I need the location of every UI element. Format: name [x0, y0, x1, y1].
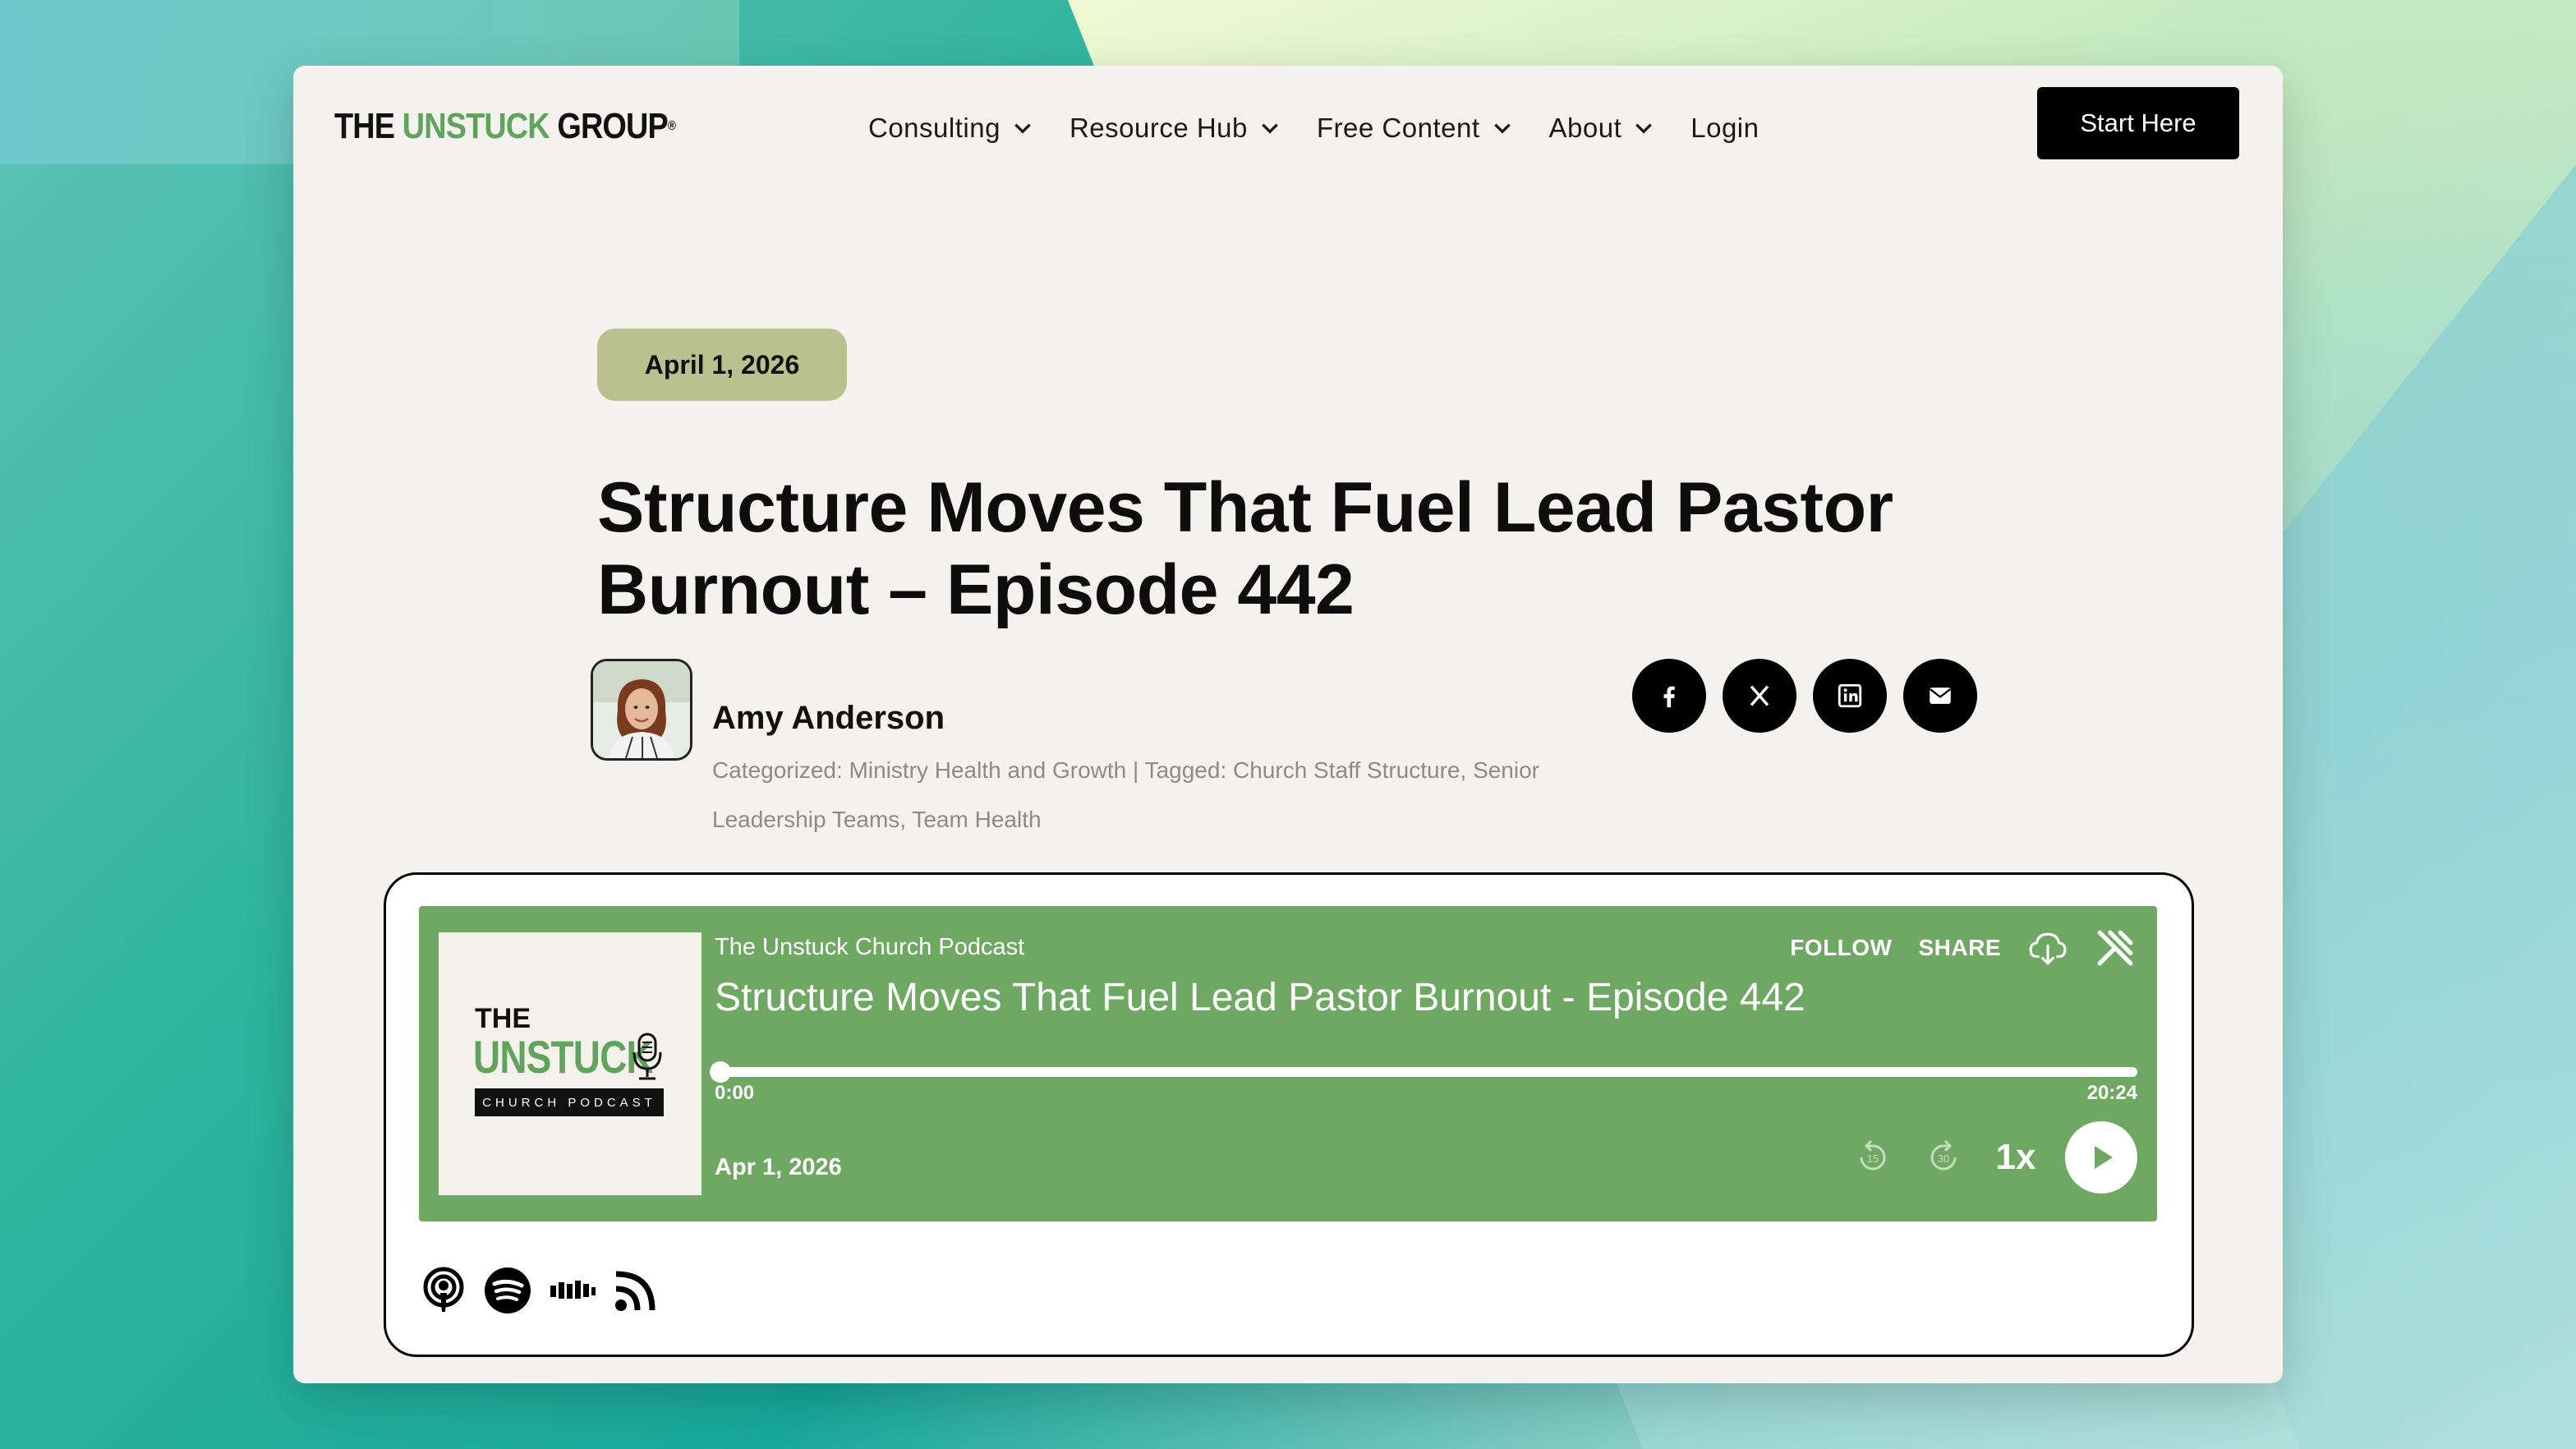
- tag-link[interactable]: Team Health: [912, 807, 1041, 832]
- castbox-icon[interactable]: [547, 1266, 596, 1315]
- nav-label: Resource Hub: [1069, 113, 1248, 143]
- meta-separator: |: [1133, 757, 1139, 783]
- chevron-down-icon: [1493, 123, 1511, 134]
- buzzsprout-logo-icon[interactable]: [2095, 927, 2136, 968]
- nav-label: About: [1548, 113, 1622, 143]
- cover-unstuck: UNSTUCK: [473, 1031, 654, 1083]
- main-nav: Consulting Resource Hub Free Content Abo…: [868, 104, 1796, 153]
- episode-title: Structure Moves That Fuel Lead Pastor Bu…: [715, 976, 1806, 1019]
- nav-label: Free Content: [1316, 113, 1480, 143]
- avatar-image: [593, 661, 690, 758]
- play-button[interactable]: [2065, 1121, 2137, 1194]
- share-x-button[interactable]: [1723, 659, 1796, 733]
- podcast-player: THE UNSTUCK CHURCH PODCAST The Unstuck C…: [419, 906, 2157, 1221]
- categorized-label: Categorized:: [712, 757, 843, 783]
- nav-item-free-content[interactable]: Free Content: [1317, 113, 1513, 144]
- facebook-icon: [1663, 686, 1675, 708]
- rss-icon[interactable]: [611, 1266, 660, 1315]
- author-name[interactable]: Amy Anderson: [712, 700, 945, 737]
- chevron-down-icon: [1014, 123, 1031, 134]
- author-avatar[interactable]: [591, 659, 692, 761]
- podcast-name[interactable]: The Unstuck Church Podcast: [715, 934, 1024, 961]
- share-facebook-button[interactable]: [1632, 659, 1706, 733]
- chevron-down-icon: [1262, 123, 1278, 134]
- email-icon: [1930, 688, 1951, 704]
- nav-item-resource-hub[interactable]: Resource Hub: [1070, 113, 1281, 144]
- skip-forward-icon[interactable]: 30: [1920, 1134, 1966, 1180]
- post-date-badge: April 1, 2026: [597, 329, 847, 401]
- x-twitter-icon: [1750, 685, 1769, 706]
- nav-item-about[interactable]: About: [1549, 113, 1655, 144]
- podcast-embed: THE UNSTUCK CHURCH PODCAST The Unstuck C…: [384, 872, 2194, 1357]
- progress-handle[interactable]: [710, 1061, 731, 1083]
- browser-page: THE UNSTUCK GROUP® Consulting Resource H…: [293, 66, 2283, 1383]
- current-time: 0:00: [715, 1082, 755, 1104]
- start-here-button[interactable]: Start Here: [2037, 87, 2239, 159]
- cover-the: THE: [475, 1003, 531, 1034]
- tagged-label: Tagged:: [1144, 757, 1227, 783]
- nav-label: Login: [1690, 113, 1760, 143]
- skip-back-icon[interactable]: 15: [1850, 1134, 1896, 1180]
- player-top-actions: FOLLOW SHARE: [1790, 927, 2136, 968]
- share-linkedin-button[interactable]: [1813, 659, 1887, 733]
- microphone-icon: [632, 1033, 662, 1080]
- post-meta: Categorized: Ministry Health and Growth …: [712, 757, 1539, 832]
- play-icon: [2095, 1146, 2113, 1169]
- svg-text:30: 30: [1938, 1152, 1949, 1165]
- spotify-icon[interactable]: [483, 1266, 532, 1315]
- page-title: Structure Moves That Fuel Lead Pastor Bu…: [597, 468, 1893, 629]
- episode-date: Apr 1, 2026: [715, 1154, 842, 1180]
- share-email-button[interactable]: [1903, 659, 1977, 733]
- nav-item-consulting[interactable]: Consulting: [868, 113, 1033, 144]
- svg-text:15: 15: [1867, 1152, 1879, 1165]
- playback-controls: 15 30 1x: [1850, 1121, 2137, 1194]
- nav-label: Consulting: [868, 113, 1000, 143]
- linkedin-icon: [1838, 683, 1862, 708]
- tag-link[interactable]: Church Staff Structure: [1233, 757, 1460, 783]
- chevron-down-icon: [1635, 123, 1653, 134]
- cover-subtitle: CHURCH PODCAST: [475, 1088, 664, 1116]
- progress-bar[interactable]: [710, 1061, 2137, 1083]
- site-logo[interactable]: THE UNSTUCK GROUP®: [334, 102, 676, 151]
- total-duration: 20:24: [2086, 1082, 2137, 1104]
- podcast-cover-art: THE UNSTUCK CHURCH PODCAST: [439, 932, 702, 1195]
- podcast-platform-links: [419, 1266, 660, 1315]
- nav-item-login[interactable]: Login: [1690, 113, 1759, 144]
- share-buttons: [1632, 659, 1977, 733]
- download-icon[interactable]: [2027, 927, 2068, 968]
- category-link[interactable]: Ministry Health and Growth: [849, 757, 1127, 783]
- playback-speed-button[interactable]: 1x: [1991, 1137, 2040, 1178]
- share-button[interactable]: SHARE: [1918, 935, 2001, 961]
- apple-podcasts-icon[interactable]: [419, 1266, 468, 1315]
- follow-button[interactable]: FOLLOW: [1790, 935, 1892, 961]
